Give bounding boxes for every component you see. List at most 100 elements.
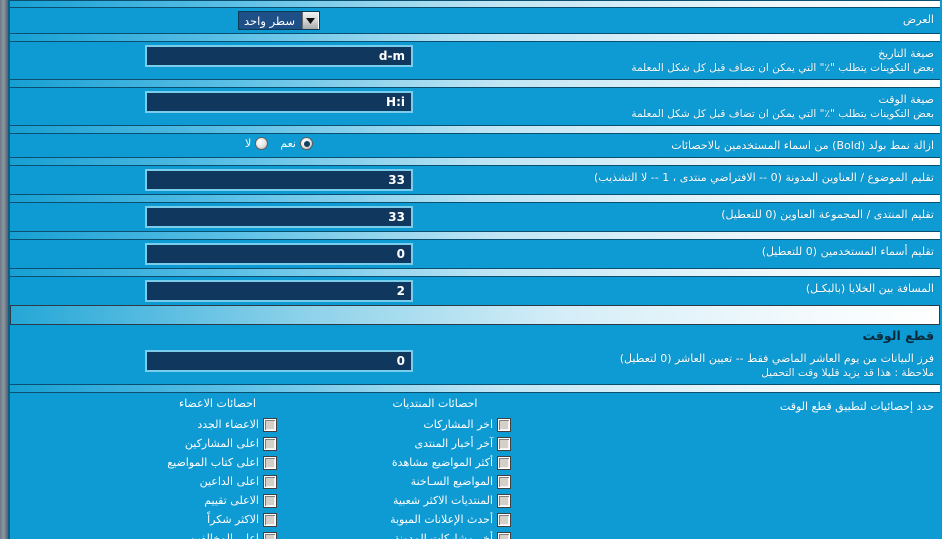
trim-forum-label-text: تقليم المنتدى / المجموعة العناوين (0 للت… xyxy=(721,208,934,221)
row-display: العرض سطر واحد xyxy=(8,8,942,33)
bold-style-radio-group: نعم لا xyxy=(245,137,313,150)
bold-style-option-yes[interactable]: نعم xyxy=(280,137,313,150)
trim-forum-input[interactable] xyxy=(145,206,413,228)
window-left-rail xyxy=(0,0,8,539)
checkbox-top-rated-icon[interactable] xyxy=(264,494,276,507)
checkbox-row-latest-posts[interactable]: اخر المشاركات xyxy=(320,415,550,434)
divider-3 xyxy=(10,125,940,134)
settings-page: العرض سطر واحد صيغة التاريخ بعض التكوينا… xyxy=(0,0,942,539)
checkbox-new-members-label: الاعضاء الجدد xyxy=(197,418,259,431)
stats-column-members: احصائات الاعضاء الاعضاء الجدد اعلى المشا… xyxy=(115,396,320,539)
trim-topic-input[interactable] xyxy=(145,169,413,191)
checkbox-latest-posts-icon[interactable] xyxy=(498,418,510,431)
cell-spacing-label-text: المسافة بين الخلايا (بالبكـل) xyxy=(805,282,934,295)
checkbox-hot-topics-icon[interactable] xyxy=(498,475,510,488)
chevron-down-icon[interactable] xyxy=(301,12,319,29)
checkbox-top-inviters-label: اعلى الداعين xyxy=(199,475,259,488)
divider-section-time-cut xyxy=(10,305,940,325)
cell-spacing-input[interactable] xyxy=(145,280,413,302)
divider-8 xyxy=(10,384,940,393)
display-mode-select-value: سطر واحد xyxy=(239,12,302,29)
row-trim-forum-field xyxy=(8,203,550,231)
checkbox-latest-classifieds-icon[interactable] xyxy=(498,513,510,526)
checkbox-new-members-icon[interactable] xyxy=(264,418,276,431)
row-trim-topic-field xyxy=(8,166,550,194)
row-time-cut: فرز البيانات من يوم العاشر الماضي فقط --… xyxy=(8,347,942,384)
checkbox-row-top-topic-authors[interactable]: اعلى كتاب المواضيع xyxy=(115,453,320,472)
radio-no-label: لا xyxy=(245,137,252,150)
row-display-label: العرض xyxy=(550,8,942,31)
row-time-format: صيغة الوقت بعض التكوينات يتطلب "٪" التي … xyxy=(8,88,942,125)
checkbox-top-posters-label: اعلى المشاركين xyxy=(184,437,259,450)
divider-7 xyxy=(10,268,940,277)
display-mode-select[interactable]: سطر واحد xyxy=(238,11,320,30)
row-trim-topic-label: تقليم الموضوع / العناوين المدونة (0 -- ا… xyxy=(550,166,942,189)
row-trim-users-label: تقليم أسماء المستخدمين (0 للتعطيل) xyxy=(550,240,942,263)
checkbox-top-topic-authors-icon[interactable] xyxy=(264,456,276,469)
checkbox-latest-blog-posts-label: أخر مشاركات المدونة xyxy=(393,532,493,539)
checkbox-row-latest-classifieds[interactable]: أحدث الإعلانات المبوبة xyxy=(320,510,550,529)
checkbox-row-top-violators[interactable]: اعلى المخالفين xyxy=(115,529,320,539)
checkbox-forum-news-label: آخر أخبار المنتدى xyxy=(414,437,493,450)
stats-column-forums: احصائات المنتديات اخر المشاركات آخر أخبا… xyxy=(320,396,550,539)
checkbox-popular-forums-icon[interactable] xyxy=(498,494,510,507)
row-date-format: صيغة التاريخ بعض التكوينات يتطلب "٪" الت… xyxy=(8,42,942,79)
checkbox-row-hot-topics[interactable]: المواضيع السـاخنة xyxy=(320,472,550,491)
settings-sheet: العرض سطر واحد صيغة التاريخ بعض التكوينا… xyxy=(8,0,942,539)
section-stats-selection: حدد إحصائيات لتطبيق قطع الوقت احصائات ال… xyxy=(8,393,942,539)
divider-top xyxy=(10,0,940,8)
checkbox-row-forum-news[interactable]: آخر أخبار المنتدى xyxy=(320,434,550,453)
display-label-text: العرض xyxy=(902,13,934,26)
time-cut-input[interactable] xyxy=(145,350,413,372)
checkbox-most-viewed-icon[interactable] xyxy=(498,456,510,469)
checkbox-top-inviters-icon[interactable] xyxy=(264,475,276,488)
checkbox-row-latest-blog-posts[interactable]: أخر مشاركات المدونة xyxy=(320,529,550,539)
checkbox-most-thanked-label: الاكثر شكراً xyxy=(207,513,259,526)
checkbox-latest-blog-posts-icon[interactable] xyxy=(498,532,510,539)
checkbox-top-violators-icon[interactable] xyxy=(264,532,276,539)
time-format-label-text: صيغة الوقت xyxy=(878,93,934,106)
row-trim-topic: تقليم الموضوع / العناوين المدونة (0 -- ا… xyxy=(8,166,942,194)
window-left-rail-inner xyxy=(8,0,10,539)
checkbox-top-posters-icon[interactable] xyxy=(264,437,276,450)
row-trim-users: تقليم أسماء المستخدمين (0 للتعطيل) xyxy=(8,240,942,268)
trim-users-input[interactable] xyxy=(145,243,413,265)
stats-selection-label: حدد إحصائيات لتطبيق قطع الوقت xyxy=(779,400,934,413)
row-trim-forum-label: تقليم المنتدى / المجموعة العناوين (0 للت… xyxy=(550,203,942,226)
row-time-format-label: صيغة الوقت بعض التكوينات يتطلب "٪" التي … xyxy=(550,88,942,125)
checkbox-top-rated-label: الاعلى تقييم xyxy=(204,494,259,507)
date-format-label-text: صيغة التاريخ xyxy=(878,47,934,60)
checkbox-most-thanked-icon[interactable] xyxy=(264,513,276,526)
row-trim-forum: تقليم المنتدى / المجموعة العناوين (0 للت… xyxy=(8,203,942,231)
checkbox-row-new-members[interactable]: الاعضاء الجدد xyxy=(115,415,320,434)
section-header-time-cut: قطع الوقت xyxy=(862,328,934,343)
time-format-input[interactable] xyxy=(145,91,413,113)
checkbox-forum-news-icon[interactable] xyxy=(498,437,510,450)
row-bold-style-field: نعم لا xyxy=(8,134,550,153)
date-format-input[interactable] xyxy=(145,45,413,67)
checkbox-row-most-thanked[interactable]: الاكثر شكراً xyxy=(115,510,320,529)
radio-yes-icon[interactable] xyxy=(300,137,313,150)
checkbox-top-violators-label: اعلى المخالفين xyxy=(189,532,259,539)
divider-1 xyxy=(10,33,940,42)
divider-6 xyxy=(10,231,940,240)
checkbox-row-most-viewed[interactable]: أكثر المواضيع مشاهدة xyxy=(320,453,550,472)
checkbox-row-top-rated[interactable]: الاعلى تقييم xyxy=(115,491,320,510)
radio-no-icon[interactable] xyxy=(255,137,269,150)
checkbox-row-top-posters[interactable]: اعلى المشاركين xyxy=(115,434,320,453)
row-time-cut-field xyxy=(8,347,550,375)
row-bold-style-label: ازالة نمط بولد (Bold) من اسماء المستخدمي… xyxy=(550,134,942,157)
checkbox-most-viewed-label: أكثر المواضيع مشاهدة xyxy=(391,456,493,469)
checkbox-hot-topics-label: المواضيع السـاخنة xyxy=(410,475,493,488)
bold-style-option-no[interactable]: لا xyxy=(245,137,269,150)
stats-column-forums-title: احصائات المنتديات xyxy=(392,397,478,410)
row-time-cut-label: فرز البيانات من يوم العاشر الماضي فقط --… xyxy=(550,347,942,384)
divider-5 xyxy=(10,194,940,203)
checkbox-latest-posts-label: اخر المشاركات xyxy=(423,418,493,431)
row-cell-spacing: المسافة بين الخلايا (بالبكـل) xyxy=(8,277,942,305)
row-cell-spacing-field xyxy=(8,277,550,305)
date-format-help-text: بعض التكوينات يتطلب "٪" التي يمكن ان تضا… xyxy=(631,62,934,74)
trim-topic-label-text: تقليم الموضوع / العناوين المدونة (0 -- ا… xyxy=(594,171,934,184)
checkbox-row-top-inviters[interactable]: اعلى الداعين xyxy=(115,472,320,491)
checkbox-row-popular-forums[interactable]: المنتديات الاكثر شعبية xyxy=(320,491,550,510)
